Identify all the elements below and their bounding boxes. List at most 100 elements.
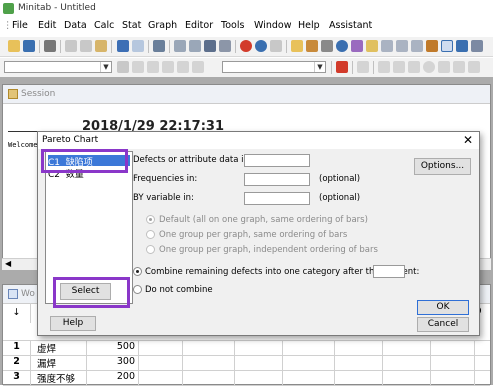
defects-input[interactable] — [244, 154, 310, 167]
replace-icon[interactable] — [219, 40, 231, 52]
select-icon[interactable] — [132, 61, 144, 73]
cancel-icon[interactable] — [240, 40, 252, 52]
cell-empty[interactable] — [183, 355, 235, 370]
help-icon[interactable] — [255, 40, 267, 52]
flag-icon[interactable] — [177, 61, 189, 73]
annotation-combo[interactable]: ▼ — [222, 61, 326, 73]
report-pad-icon[interactable] — [366, 40, 378, 52]
cell-empty[interactable] — [183, 370, 235, 385]
menu-edit[interactable]: Edit — [38, 20, 56, 31]
cell-empty[interactable] — [235, 370, 283, 385]
cell-quantity[interactable]: 500 — [87, 340, 139, 355]
radio-combine[interactable] — [133, 267, 142, 276]
cell-defect-item[interactable]: 强度不够 — [31, 370, 87, 385]
cut-icon[interactable] — [65, 40, 77, 52]
help-button[interactable]: Help — [50, 316, 96, 331]
swap-icon[interactable] — [192, 61, 204, 73]
pen-icon[interactable] — [147, 61, 159, 73]
graph-brush-icon[interactable] — [426, 40, 438, 52]
radio-one-group-indep[interactable] — [146, 245, 155, 254]
related-docs-icon[interactable] — [381, 40, 393, 52]
cell-empty[interactable] — [383, 370, 431, 385]
zoom-icon[interactable] — [357, 61, 369, 73]
menu-data[interactable]: Data — [64, 20, 87, 31]
cell-empty[interactable] — [335, 355, 383, 370]
cell-empty[interactable] — [283, 370, 335, 385]
text-tool-icon[interactable] — [393, 61, 405, 73]
menu-calc[interactable]: Calc — [94, 20, 114, 31]
cell-empty[interactable] — [431, 340, 475, 355]
combine-percent-input[interactable] — [373, 265, 405, 278]
by-variable-input[interactable] — [244, 192, 310, 205]
menu-file[interactable]: File — [12, 20, 28, 31]
cancel-button[interactable]: Cancel — [417, 317, 469, 332]
cell-empty[interactable] — [139, 370, 183, 385]
cell-empty[interactable] — [335, 370, 383, 385]
radio-default[interactable] — [146, 215, 155, 224]
layout-icon[interactable] — [441, 40, 453, 52]
close-icon[interactable]: ✕ — [463, 133, 473, 147]
scroll-left-icon[interactable]: ◀ — [5, 259, 11, 268]
undo-icon[interactable] — [117, 40, 129, 52]
radio-one-group-same[interactable] — [146, 230, 155, 239]
edit-last-dialog-icon[interactable] — [153, 40, 165, 52]
worksheet-icon[interactable] — [306, 40, 318, 52]
cell-empty[interactable] — [235, 355, 283, 370]
graph-folder-icon[interactable] — [321, 40, 333, 52]
paste-icon[interactable] — [95, 40, 107, 52]
menu-help[interactable]: Help — [298, 20, 320, 31]
cell-quantity[interactable]: 200 — [87, 370, 139, 385]
copy-icon[interactable] — [80, 40, 92, 52]
graph-element-combo[interactable]: ▼ — [4, 61, 112, 73]
pointer-icon[interactable] — [378, 61, 390, 73]
find-icon[interactable] — [204, 40, 216, 52]
cell-empty[interactable] — [183, 340, 235, 355]
frequencies-input[interactable] — [244, 173, 310, 186]
cell-empty[interactable] — [431, 355, 475, 370]
insert-row-icon[interactable] — [174, 40, 186, 52]
show-windows-icon[interactable] — [456, 40, 468, 52]
tile-icon[interactable] — [411, 40, 423, 52]
ok-button[interactable]: OK — [417, 300, 469, 315]
cell-empty[interactable] — [235, 340, 283, 355]
cell-defect-item[interactable]: 漏焊 — [31, 355, 87, 370]
cell-empty[interactable] — [383, 340, 431, 355]
stop-icon[interactable] — [270, 40, 282, 52]
marker-icon[interactable] — [453, 61, 465, 73]
polygon-icon[interactable] — [468, 61, 480, 73]
save-icon[interactable] — [23, 40, 35, 52]
cell-empty[interactable] — [335, 340, 383, 355]
cell-empty[interactable] — [383, 355, 431, 370]
delete-icon[interactable] — [336, 61, 348, 73]
more-tools-icon[interactable] — [471, 40, 483, 52]
menu-assistant[interactable]: Assistant — [329, 20, 372, 31]
cell-empty[interactable] — [431, 370, 475, 385]
crosshair-icon[interactable] — [162, 61, 174, 73]
line-tool-icon[interactable] — [438, 61, 450, 73]
open-icon[interactable] — [8, 40, 20, 52]
menu-editor[interactable]: Editor — [185, 20, 213, 31]
cell-defect-item[interactable]: 虚焊 — [31, 340, 87, 355]
rectangle-icon[interactable] — [408, 61, 420, 73]
menu-tools[interactable]: Tools — [221, 20, 244, 31]
options-button[interactable]: Options... — [414, 158, 471, 175]
brush-icon[interactable] — [117, 61, 129, 73]
cell-empty[interactable] — [283, 340, 335, 355]
ellipse-icon[interactable] — [423, 61, 435, 73]
menu-window[interactable]: Window — [254, 20, 291, 31]
cell-empty[interactable] — [283, 355, 335, 370]
cell-empty[interactable] — [139, 355, 183, 370]
session-window-icon[interactable] — [291, 40, 303, 52]
cell-quantity[interactable]: 300 — [87, 355, 139, 370]
menu-graph[interactable]: Graph — [148, 20, 177, 31]
header-arrow: ↓ — [3, 303, 31, 323]
info-icon[interactable] — [336, 40, 348, 52]
project-manager-icon[interactable] — [396, 40, 408, 52]
history-icon[interactable] — [351, 40, 363, 52]
insert-col-icon[interactable] — [189, 40, 201, 52]
cell-empty[interactable] — [139, 340, 183, 355]
redo-icon[interactable] — [132, 40, 144, 52]
menu-stat[interactable]: Stat — [122, 20, 141, 31]
radio-do-not-combine[interactable] — [133, 285, 142, 294]
print-icon[interactable] — [44, 40, 56, 52]
